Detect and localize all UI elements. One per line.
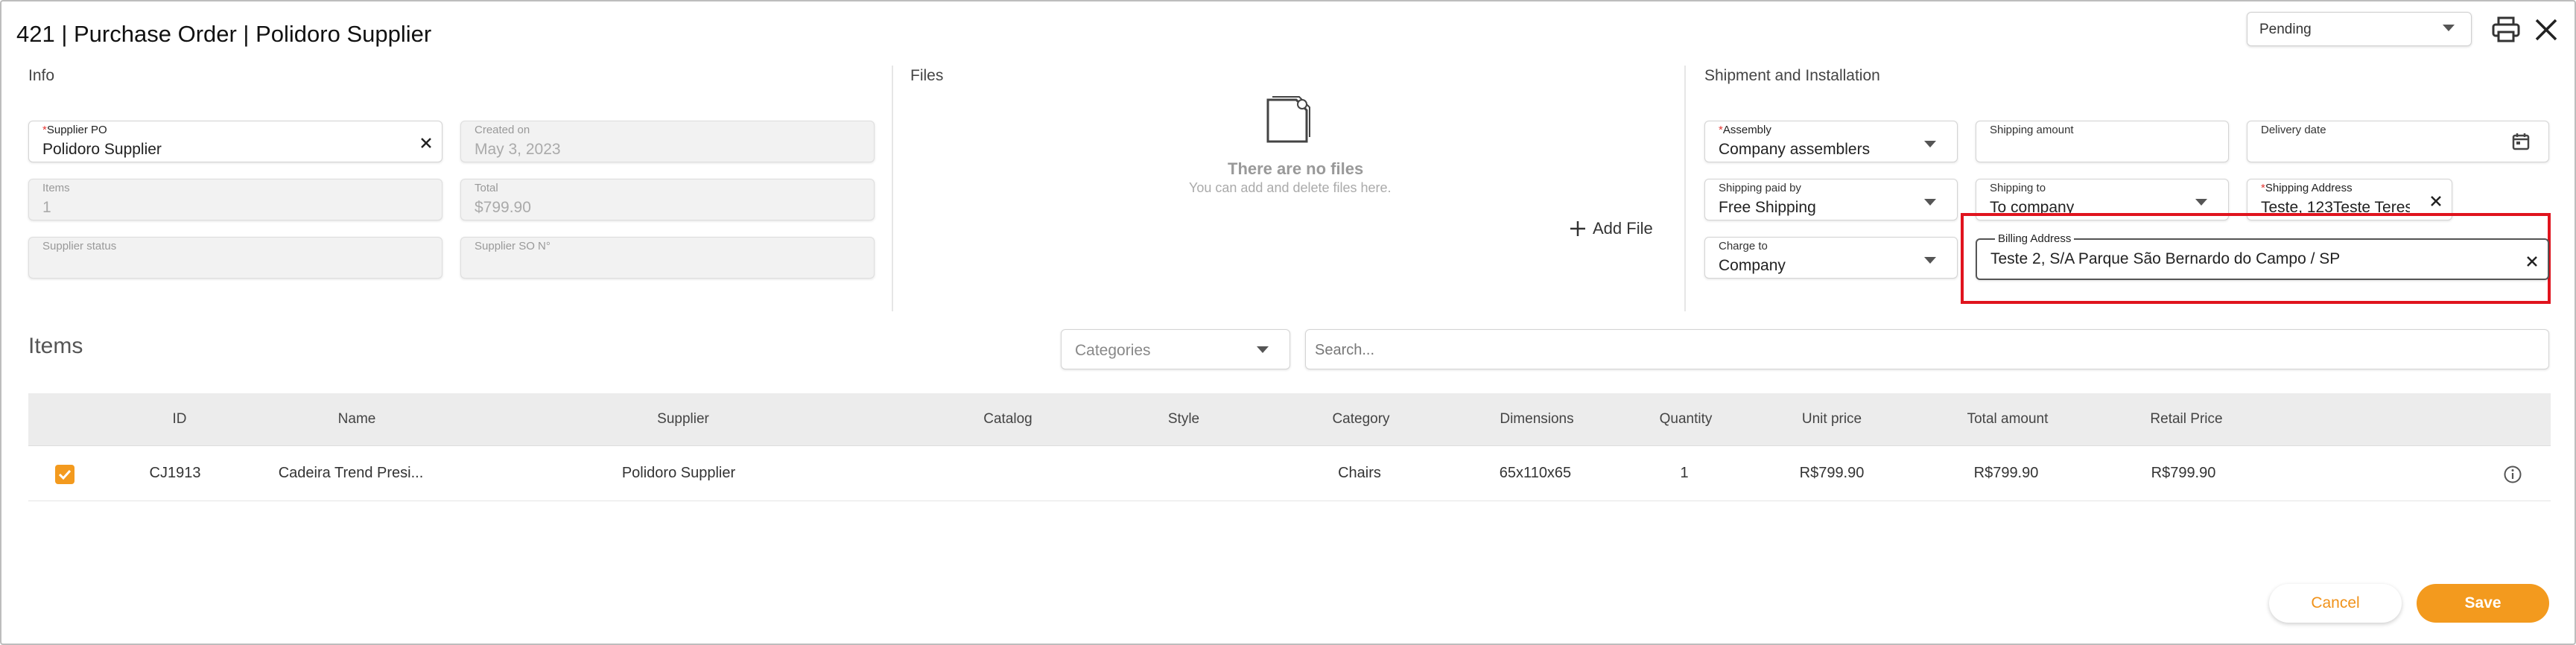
- check-icon: [58, 469, 72, 480]
- chevron-down-icon: [1924, 199, 1936, 206]
- clear-icon[interactable]: [2525, 255, 2539, 268]
- add-file-button[interactable]: Add File: [1569, 219, 1653, 238]
- status-select[interactable]: Pending: [2247, 12, 2472, 46]
- created-on-label: Created on: [475, 124, 530, 136]
- row-checkbox[interactable]: [55, 465, 74, 484]
- shipping-paid-by-select[interactable]: Shipping paid by Free Shipping: [1704, 179, 1958, 220]
- cell-dimensions: 65x110x65: [1499, 465, 1572, 481]
- search-placeholder: Search...: [1315, 342, 1375, 358]
- shipping-amount-label: Shipping amount: [1990, 124, 2074, 136]
- created-on-value: May 3, 2023: [475, 141, 561, 158]
- chevron-down-icon: [2443, 25, 2455, 31]
- shipping-paid-by-label: Shipping paid by: [1719, 182, 1801, 194]
- info-icon[interactable]: [2503, 465, 2522, 484]
- categories-placeholder: Categories: [1075, 342, 1151, 359]
- supplier-so-field[interactable]: Supplier SO N°: [460, 237, 875, 279]
- shipment-section-label: Shipment and Installation: [1704, 67, 1880, 84]
- column-header-retail-price[interactable]: Retail Price: [2150, 411, 2222, 428]
- supplier-po-value: Polidoro Supplier: [42, 141, 162, 158]
- assembly-value: Company assemblers: [1719, 141, 1871, 158]
- cell-total-amount: R$799.90: [1973, 465, 2039, 481]
- files-section-label: Files: [910, 67, 944, 84]
- categories-select[interactable]: Categories: [1061, 329, 1290, 369]
- supplier-status-field[interactable]: Supplier status: [28, 237, 442, 279]
- search-input[interactable]: Search...: [1305, 329, 2549, 369]
- chevron-down-icon: [1924, 141, 1936, 147]
- assembly-label: *Assembly: [1719, 124, 1771, 136]
- items-count-field: Items 1: [28, 179, 442, 220]
- cancel-button[interactable]: Cancel: [2269, 584, 2402, 623]
- items-count-label: Items: [42, 182, 70, 194]
- clear-icon[interactable]: [419, 136, 433, 150]
- column-header-name[interactable]: Name: [338, 411, 376, 428]
- cell-name: Cadeira Trend Presi...: [278, 465, 424, 481]
- clear-icon[interactable]: [2429, 194, 2443, 208]
- chevron-down-icon: [1924, 257, 1936, 264]
- info-section-label: Info: [28, 67, 55, 84]
- shipping-address-label: *Shipping Address: [2261, 182, 2353, 194]
- column-header-total-amount[interactable]: Total amount: [1967, 411, 2049, 428]
- plus-icon: [1570, 221, 1585, 236]
- column-header-dimensions[interactable]: Dimensions: [1500, 411, 1573, 428]
- items-title: Items: [28, 334, 83, 358]
- cell-supplier: Polidoro Supplier: [621, 465, 736, 481]
- page-title: 421 | Purchase Order | Polidoro Supplier: [16, 21, 432, 47]
- file-icon: [1263, 95, 1311, 146]
- supplier-po-field[interactable]: *Supplier PO Polidoro Supplier: [28, 121, 442, 162]
- add-file-label: Add File: [1593, 219, 1653, 238]
- column-header-quantity[interactable]: Quantity: [1660, 411, 1713, 428]
- charge-to-select[interactable]: Charge to Company: [1704, 237, 1958, 279]
- supplier-po-label: *Supplier PO: [42, 124, 107, 136]
- column-header-style[interactable]: Style: [1168, 411, 1199, 428]
- created-on-field: Created on May 3, 2023: [460, 121, 875, 162]
- files-empty-subtitle: You can add and delete files here.: [1189, 180, 1392, 195]
- shipping-paid-by-value: Free Shipping: [1719, 199, 1816, 216]
- print-icon[interactable]: [2491, 15, 2521, 45]
- cell-category: Chairs: [1338, 465, 1381, 481]
- files-empty-title: There are no files: [1228, 159, 1364, 178]
- chevron-down-icon: [2195, 199, 2207, 206]
- calendar-icon[interactable]: [2511, 132, 2531, 151]
- column-header-supplier[interactable]: Supplier: [657, 411, 709, 428]
- column-header-id[interactable]: ID: [173, 411, 187, 428]
- column-header-unit-price[interactable]: Unit price: [1802, 411, 1862, 428]
- assembly-select[interactable]: *Assembly Company assemblers: [1704, 121, 1958, 162]
- supplier-so-label: Supplier SO N°: [475, 240, 551, 252]
- total-field: Total $799.90: [460, 179, 875, 220]
- billing-address-label: Billing Address: [1995, 232, 2075, 245]
- divider: [1684, 66, 1686, 311]
- charge-to-label: Charge to: [1719, 240, 1768, 252]
- shipping-to-label: Shipping to: [1990, 182, 2046, 194]
- delivery-date-field[interactable]: Delivery date: [2247, 121, 2549, 162]
- billing-address-value: Teste 2, S/A Parque São Bernardo do Camp…: [1990, 250, 2341, 267]
- column-header-category[interactable]: Category: [1332, 411, 1389, 428]
- cell-unit-price: R$799.90: [1799, 465, 1865, 481]
- supplier-status-label: Supplier status: [42, 240, 117, 252]
- billing-address-field[interactable]: Billing Address Teste 2, S/A Parque São …: [1976, 232, 2549, 280]
- items-count-value: 1: [42, 199, 51, 216]
- delivery-date-label: Delivery date: [2261, 124, 2326, 136]
- cell-retail-price: R$799.90: [2151, 465, 2216, 481]
- close-icon[interactable]: [2531, 15, 2561, 45]
- shipping-amount-field[interactable]: Shipping amount: [1976, 121, 2229, 162]
- purchase-order-modal: 421 | Purchase Order | Polidoro Supplier…: [0, 0, 2576, 645]
- charge-to-value: Company: [1719, 257, 1786, 274]
- column-header-catalog[interactable]: Catalog: [983, 411, 1032, 428]
- divider: [892, 66, 893, 311]
- total-label: Total: [475, 182, 498, 194]
- status-value: Pending: [2259, 22, 2312, 37]
- chevron-down-icon: [1257, 346, 1269, 353]
- table-row[interactable]: CJ1913 Cadeira Trend Presi... Polidoro S…: [28, 447, 2551, 501]
- cell-quantity: 1: [1680, 465, 1689, 481]
- cell-id: CJ1913: [149, 465, 201, 481]
- total-value: $799.90: [475, 199, 531, 216]
- save-button[interactable]: Save: [2417, 584, 2549, 623]
- table-header: ID Name Supplier Catalog Style Category …: [28, 393, 2551, 446]
